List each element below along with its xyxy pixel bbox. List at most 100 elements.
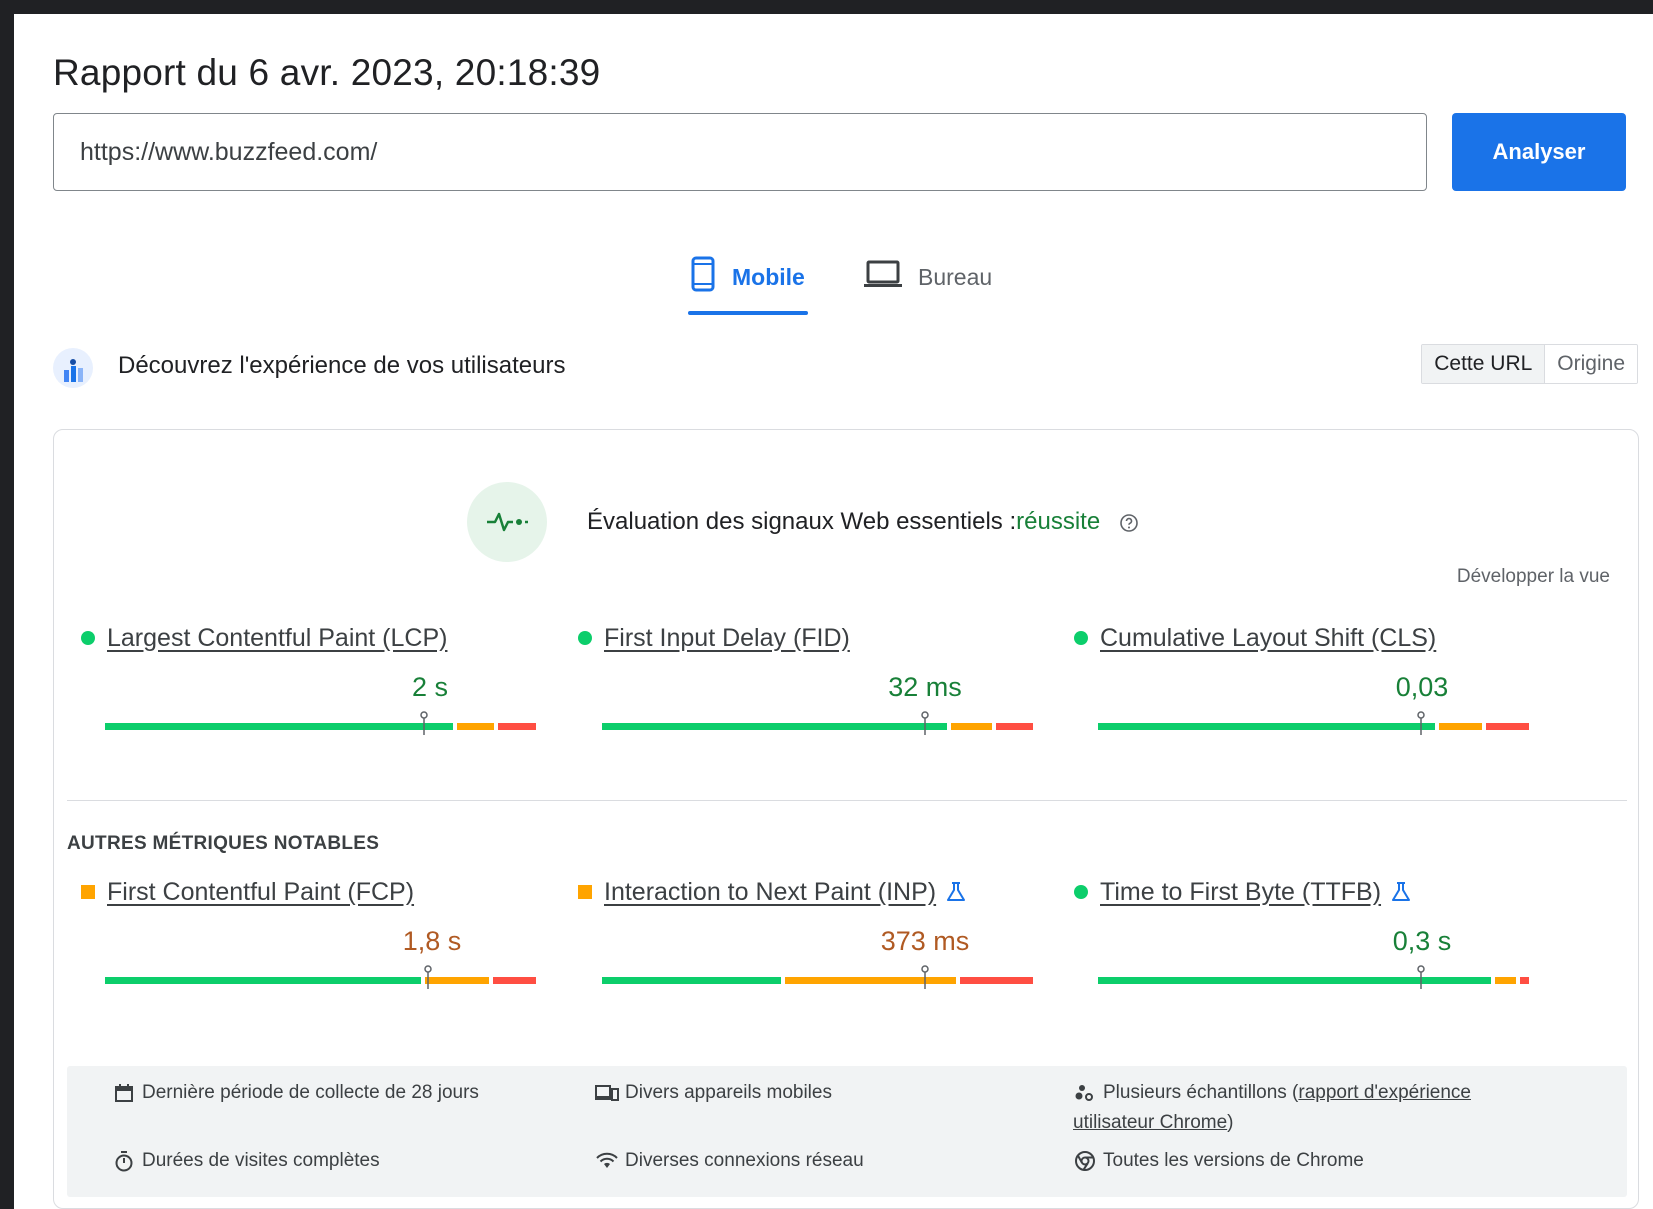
laptop-icon	[864, 259, 902, 295]
metric-name[interactable]: Largest Contentful Paint (LCP)	[107, 624, 447, 653]
average-indicator	[578, 885, 592, 899]
metric-name[interactable]: Time to First Byte (TTFB)	[1100, 878, 1381, 907]
metric-value: 0,3 s	[1392, 926, 1452, 956]
samples-info: Plusieurs échantillons (rapport d'expéri…	[1073, 1078, 1553, 1138]
network-info: Diverses connexions réseau	[595, 1146, 864, 1176]
poor-segment	[493, 977, 536, 984]
needs-improvement-segment	[785, 977, 957, 984]
metric-inp: Interaction to Next Paint (INP) 373 ms	[561, 872, 1033, 1022]
good-indicator	[81, 631, 95, 645]
samples-prefix: Plusieurs échantillons (	[1103, 1082, 1299, 1103]
p75-marker	[920, 711, 930, 735]
good-segment	[1098, 723, 1435, 730]
section-divider	[67, 800, 1627, 801]
needs-improvement-segment	[1495, 977, 1517, 984]
poor-segment	[1485, 723, 1529, 730]
poor-segment	[498, 723, 536, 730]
distribution-bar	[1098, 965, 1553, 989]
metric-cls: Cumulative Layout Shift (CLS) 0,03	[1057, 618, 1529, 768]
pulse-icon	[467, 482, 547, 562]
p75-marker	[419, 711, 429, 735]
crux-icon	[53, 348, 93, 388]
tab-desktop-label: Bureau	[918, 263, 993, 290]
good-segment	[1098, 977, 1492, 984]
other-metrics-heading: AUTRES MÉTRIQUES NOTABLES	[67, 833, 380, 854]
stopwatch-icon	[112, 1146, 136, 1176]
distribution-bar	[602, 965, 1057, 989]
assessment-label: Évaluation des signaux Web essentiels :	[587, 508, 1017, 535]
good-segment	[105, 723, 453, 730]
field-data-card: Évaluation des signaux Web essentiels :r…	[53, 429, 1639, 1209]
poor-segment	[1520, 977, 1529, 984]
needs-improvement-segment	[456, 723, 495, 730]
scope-toggle: Cette URL Origine	[1421, 344, 1638, 384]
device-info: Divers appareils mobiles	[595, 1078, 832, 1108]
p75-marker	[1416, 965, 1426, 989]
report-page: Rapport du 6 avr. 2023, 20:18:39 Analyse…	[14, 14, 1653, 1209]
page-title: Rapport du 6 avr. 2023, 20:18:39	[53, 52, 601, 93]
chrome-text: Toutes les versions de Chrome	[1103, 1150, 1364, 1171]
metric-name[interactable]: Cumulative Layout Shift (CLS)	[1100, 624, 1436, 653]
metric-value: 0,03	[1395, 672, 1449, 702]
section-title: Découvrez l'expérience de vos utilisateu…	[118, 352, 566, 379]
samples-suffix: )	[1227, 1112, 1234, 1133]
metric-value: 2 s	[411, 672, 449, 702]
experimental-icon[interactable]	[1391, 881, 1411, 903]
analyze-button[interactable]: Analyser	[1452, 113, 1626, 191]
metric-value: 32 ms	[888, 672, 962, 702]
metric-lcp: Largest Contentful Paint (LCP) 2 s	[64, 618, 536, 768]
needs-improvement-segment	[1438, 723, 1482, 730]
samples-icon	[1073, 1078, 1097, 1108]
needs-improvement-segment	[950, 723, 993, 730]
url-input[interactable]	[53, 113, 1427, 191]
active-tab-indicator	[688, 311, 808, 315]
p75-marker	[423, 965, 433, 989]
metric-value: 373 ms	[880, 926, 970, 956]
experimental-icon[interactable]	[946, 881, 966, 903]
distribution-bar	[1098, 711, 1553, 735]
good-indicator	[1074, 631, 1088, 645]
devices-icon	[595, 1078, 619, 1108]
collection-info: Dernière période de collecte de 28 jours…	[67, 1066, 1627, 1197]
assessment-status: réussite	[1016, 508, 1101, 535]
device-tabs: Mobile Bureau	[14, 242, 1653, 322]
collection-period: Dernière période de collecte de 28 jours	[112, 1078, 479, 1108]
period-text: Dernière période de collecte de 28 jours	[142, 1082, 479, 1103]
good-segment	[602, 723, 947, 730]
metric-ttfb: Time to First Byte (TTFB) 0,3 s	[1057, 872, 1529, 1022]
distribution-bar	[105, 965, 560, 989]
connections-text: Diverses connexions réseau	[625, 1150, 864, 1171]
assessment-text: Évaluation des signaux Web essentiels :r…	[587, 508, 1139, 536]
cwv-assessment: Évaluation des signaux Web essentiels :r…	[467, 482, 1139, 562]
metric-fid: First Input Delay (FID) 32 ms	[561, 618, 1033, 768]
origin-button[interactable]: Origine	[1545, 345, 1637, 383]
metric-name[interactable]: First Input Delay (FID)	[604, 624, 850, 653]
metric-name[interactable]: Interaction to Next Paint (INP)	[604, 878, 936, 907]
tab-mobile-label: Mobile	[732, 263, 805, 290]
expand-view-link[interactable]: Développer la vue	[1457, 566, 1610, 588]
good-segment	[105, 977, 422, 984]
metric-value: 1,8 s	[402, 926, 462, 956]
help-icon[interactable]	[1119, 513, 1139, 533]
good-indicator	[578, 631, 592, 645]
wifi-icon	[595, 1146, 619, 1176]
good-segment	[602, 977, 782, 984]
needs-improvement-segment	[425, 977, 490, 984]
p75-marker	[920, 965, 930, 989]
chrome-icon	[1073, 1146, 1097, 1176]
distribution-bar	[602, 711, 1057, 735]
tab-mobile[interactable]: Mobile	[690, 242, 805, 312]
this-url-button[interactable]: Cette URL	[1422, 345, 1546, 383]
distribution-bar	[105, 711, 560, 735]
smartphone-icon	[690, 256, 716, 298]
field-data-header: Découvrez l'expérience de vos utilisateu…	[53, 344, 1638, 414]
visit-durations: Durées de visites complètes	[112, 1146, 380, 1176]
metric-name[interactable]: First Contentful Paint (FCP)	[107, 878, 414, 907]
average-indicator	[81, 885, 95, 899]
calendar-icon	[112, 1078, 136, 1108]
tab-desktop[interactable]: Bureau	[864, 242, 992, 312]
poor-segment	[996, 723, 1033, 730]
good-indicator	[1074, 885, 1088, 899]
metric-fcp: First Contentful Paint (FCP) 1,8 s	[64, 872, 536, 1022]
p75-marker	[1416, 711, 1426, 735]
